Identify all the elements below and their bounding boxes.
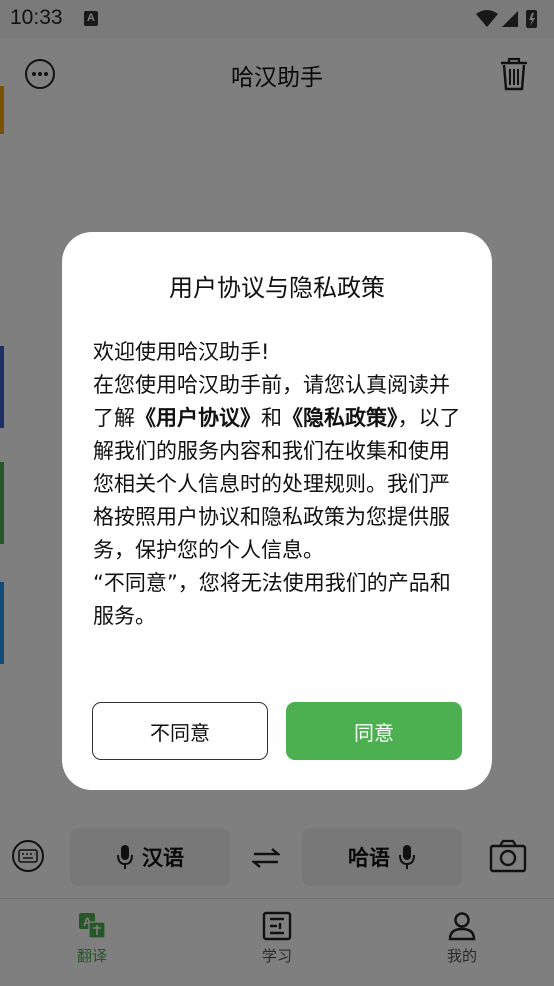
agree-button[interactable]: 同意: [286, 702, 462, 760]
dialog-body: 欢迎使用哈汉助手! 在您使用哈汉助手前，请您认真阅读并了解《用户协议》和《隐私政…: [93, 336, 465, 633]
and-text: 和: [261, 406, 282, 430]
app-screen: 10:33 A 哈汉助手: [0, 0, 554, 986]
agreement-paragraph: 在您使用哈汉助手前，请您认真阅读并了解《用户协议》和《隐私政策》，以了解我们的服…: [93, 369, 465, 567]
dialog-title: 用户协议与隐私政策: [169, 274, 385, 302]
decline-note: “不同意”，您将无法使用我们的产品和服务。: [93, 571, 451, 628]
privacy-dialog: 用户协议与隐私政策 欢迎使用哈汉助手! 在您使用哈汉助手前，请您认真阅读并了解《…: [62, 232, 492, 790]
decline-button[interactable]: 不同意: [92, 702, 268, 760]
welcome-text: 欢迎使用哈汉助手!: [93, 340, 270, 364]
user-agreement-link[interactable]: 《用户协议》: [135, 406, 261, 430]
privacy-policy-link[interactable]: 《隐私政策》: [282, 406, 398, 430]
